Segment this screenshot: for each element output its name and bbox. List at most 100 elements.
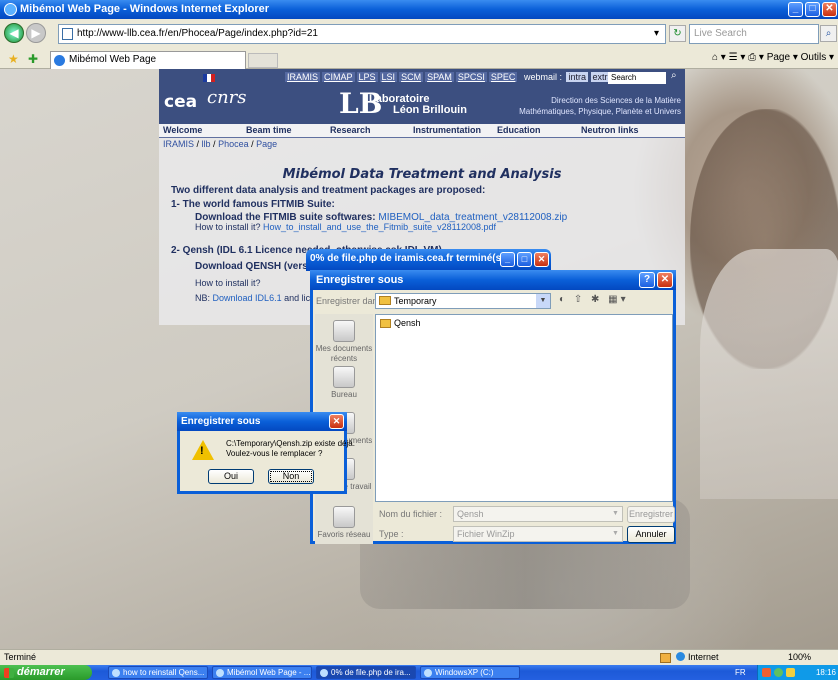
download-progress-window[interactable]: 0% de file.php de iramis.cea.fr terminé(… [306, 249, 551, 271]
confirm-close-button[interactable]: ✕ [329, 414, 344, 429]
progress-maximize-button[interactable]: □ [517, 252, 532, 267]
menu-neutron-links[interactable]: Neutron links [581, 125, 639, 135]
desktop-icon [333, 366, 355, 388]
task-reinstall-qensh[interactable]: how to reinstall Qens... [108, 666, 208, 679]
breadcrumb-llb[interactable]: llb [202, 139, 211, 149]
nb-idl-link[interactable]: Download IDL6.1 [213, 293, 282, 303]
address-toolbar: ◀ ▶ http://www-llb.cea.fr/en/Phocea/Page… [0, 19, 838, 49]
install1-label: How to install it? [195, 222, 261, 232]
tab-mibemol[interactable]: Mibémol Web Page [50, 51, 246, 69]
folder-icon [380, 319, 391, 328]
place-desktop[interactable]: Bureau [315, 366, 373, 400]
site-search-input[interactable]: Search [608, 72, 666, 84]
nb-row: NB: Download IDL6.1 and lice [195, 293, 315, 303]
chevron-down-icon: ▼ [612, 530, 619, 537]
save-in-combo[interactable]: Temporary ▼ [375, 293, 551, 309]
url-text: http://www-llb.cea.fr/en/Phocea/Page/ind… [77, 28, 318, 39]
zoom-level[interactable]: 100% [788, 650, 811, 665]
french-flag-icon[interactable] [203, 74, 215, 82]
menu-welcome[interactable]: Welcome [163, 125, 202, 135]
save-dialog-close-button[interactable]: ✕ [657, 272, 673, 288]
progress-close-button[interactable]: ✕ [534, 252, 549, 267]
confirm-message-line2: Voulez-vous le remplacer ? [226, 449, 323, 458]
tray-icon[interactable] [774, 668, 783, 677]
breadcrumb-phocea[interactable]: Phocea [218, 139, 249, 149]
top-link-spcsi[interactable]: SPCSI [455, 72, 487, 82]
list-item[interactable]: Qensh [380, 318, 421, 328]
direction-line1: Direction des Sciences de la Matière [551, 96, 681, 105]
security-icon[interactable] [660, 653, 671, 663]
top-link-spec[interactable]: SPEC [488, 72, 518, 82]
task-download-progress[interactable]: 0% de file.php de ira... [316, 666, 416, 679]
help-button[interactable]: ? [639, 272, 655, 288]
install1-link[interactable]: How_to_install_and_use_the_Fitmib_suite_… [263, 222, 496, 232]
language-indicator[interactable]: FR [735, 665, 746, 680]
address-dropdown-icon[interactable]: ▾ [648, 26, 665, 43]
task-mibemol-page[interactable]: Mibémol Web Page - ... [212, 666, 312, 679]
tray-icon[interactable] [762, 668, 771, 677]
address-bar[interactable]: http://www-llb.cea.fr/en/Phocea/Page/ind… [58, 24, 666, 44]
place-network[interactable]: Favoris réseau [315, 506, 373, 540]
confirm-message: C:\Temporary\Qensh.zip existe déjà. Voul… [226, 439, 355, 459]
window-title: Mibémol Web Page - Windows Internet Expl… [20, 3, 270, 15]
windows-logo-icon [4, 668, 14, 678]
task-windowsxp-drive[interactable]: WindowsXP (C:) [420, 666, 520, 679]
progress-minimize-button[interactable]: _ [500, 252, 515, 267]
save-button[interactable]: Enregistrer [627, 506, 675, 523]
close-button[interactable]: ✕ [822, 2, 837, 17]
filename-label: Nom du fichier : [379, 509, 443, 519]
tray-icon[interactable] [786, 668, 795, 677]
refresh-icon[interactable]: ↻ [669, 25, 686, 42]
maximize-button[interactable]: □ [805, 2, 820, 17]
breadcrumb-iramis[interactable]: IRAMIS [163, 139, 194, 149]
network-places-icon [333, 506, 355, 528]
yes-button[interactable]: Oui [208, 469, 254, 484]
top-links: IRAMIS CIMAP LPS LSI SCM SPAM SPCSI SPEC webmai… [285, 72, 615, 82]
filename-value: Qensh [457, 509, 484, 519]
menu-beam-time[interactable]: Beam time [246, 125, 292, 135]
forward-arrow-icon[interactable]: ▶ [26, 23, 46, 43]
top-link-iramis[interactable]: IRAMIS [285, 72, 321, 82]
add-favorite-icon[interactable]: ✚ [28, 52, 38, 66]
menu-research[interactable]: Research [330, 125, 371, 135]
top-link-lsi[interactable]: LSI [379, 72, 398, 82]
save-as-dialog: Enregistrer sous ? ✕ Enregistrer dans : … [310, 270, 676, 544]
confirm-message-line1: C:\Temporary\Qensh.zip existe déjà. [226, 439, 355, 448]
zone-text[interactable]: Internet [676, 650, 719, 665]
site-search-icon[interactable]: ⌕ [671, 70, 677, 81]
site-search-label: Search [611, 73, 637, 82]
new-tab-button[interactable] [248, 53, 278, 68]
minimize-button[interactable]: _ [788, 2, 803, 17]
top-link-cimap[interactable]: CIMAP [322, 72, 355, 82]
top-link-scm[interactable]: SCM [399, 72, 424, 82]
top-link-spam[interactable]: SPAM [425, 72, 454, 82]
install1-row: How to install it? How_to_install_and_us… [195, 222, 496, 232]
place-recent[interactable]: Mes documents récents [315, 320, 373, 364]
type-select[interactable]: Fichier WinZip ▼ [453, 526, 623, 542]
file-list[interactable]: Qensh [375, 314, 673, 502]
confirm-overwrite-dialog: Enregistrer sous ✕ ! C:\Temporary\Qensh.… [177, 412, 355, 494]
progress-title: 0% de file.php de iramis.cea.fr terminé(… [310, 253, 505, 264]
breadcrumb-page[interactable]: Page [256, 139, 277, 149]
favorites-star-icon[interactable]: ★ [8, 52, 19, 66]
confirm-title-bar: Enregistrer sous ✕ [177, 412, 347, 431]
no-button[interactable]: Non [268, 469, 314, 484]
cancel-button[interactable]: Annuler [627, 526, 675, 543]
webmail-label: webmail : [523, 72, 562, 82]
install2-text: How to install it? [195, 278, 261, 288]
start-button[interactable]: démarrer [0, 665, 92, 680]
top-link-lps[interactable]: LPS [356, 72, 378, 82]
live-search-input[interactable]: Live Search [689, 24, 819, 44]
webmail-intra-link[interactable]: intra [566, 72, 588, 82]
filename-input[interactable]: Qensh ▼ [453, 506, 623, 522]
dialog-toolbar-icons[interactable]: ◐ ⇧ ✱ ▦▾ [559, 294, 629, 305]
command-bar[interactable]: ⌂ ▾ ☰ ▾ ⎙ ▾ Page ▾ Outils ▾ [712, 52, 834, 63]
taskbar: démarrer how to reinstall Qens... Mibémo… [0, 665, 838, 680]
menu-education[interactable]: Education [497, 125, 541, 135]
chevron-down-icon: ▼ [612, 510, 619, 517]
type-label: Type : [379, 529, 404, 539]
search-icon[interactable]: ⌕ [820, 25, 837, 42]
cea-logo: cea [164, 92, 198, 112]
menu-instrumentation[interactable]: Instrumentation [413, 125, 481, 135]
back-arrow-icon[interactable]: ◀ [4, 23, 24, 43]
